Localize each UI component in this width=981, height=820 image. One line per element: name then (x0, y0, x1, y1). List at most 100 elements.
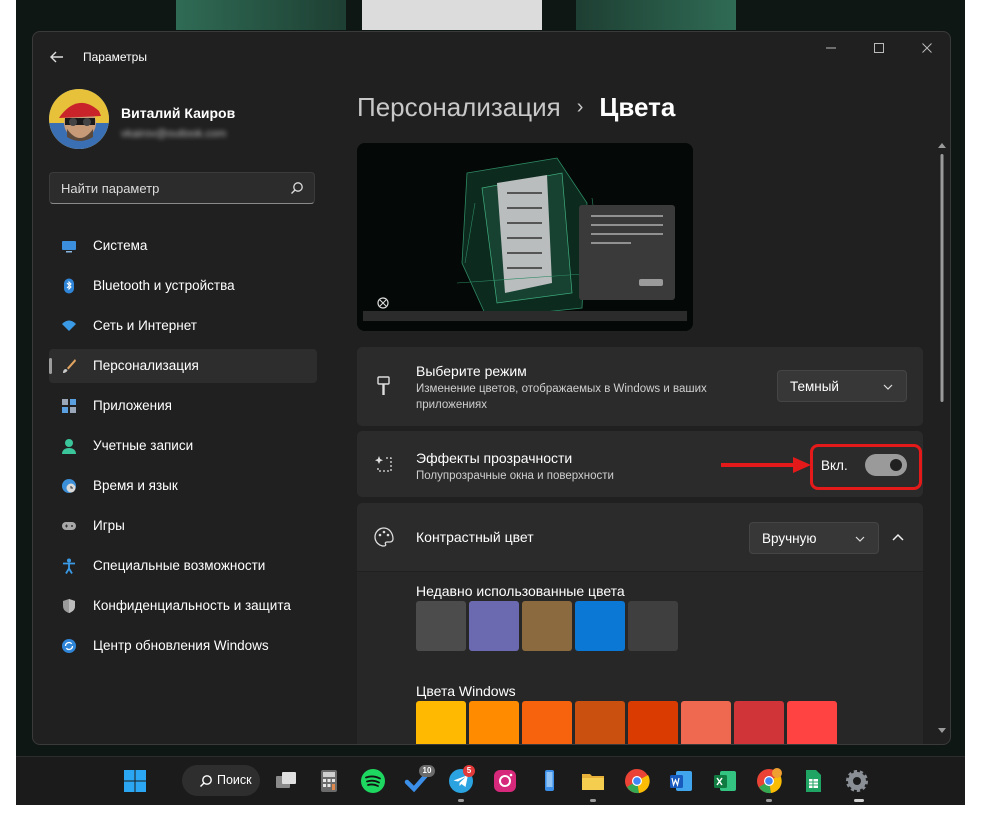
color-swatch[interactable] (575, 601, 625, 651)
user-email: vkairov@outlook.com (121, 128, 227, 140)
todo-badge: 10 (419, 765, 435, 777)
color-swatch[interactable] (522, 601, 572, 651)
mode-title: Выберите режим (416, 363, 527, 379)
annotation-arrow (721, 457, 811, 473)
chrome-icon[interactable] (623, 767, 651, 795)
sidebar-item-privacy[interactable]: Конфиденциальность и защита (49, 589, 317, 623)
user-name: Виталий Каиров (121, 105, 236, 121)
breadcrumb-parent[interactable]: Персонализация (357, 92, 561, 122)
sidebar-item-system[interactable]: Система (49, 229, 317, 263)
paintbrush-icon (63, 359, 76, 373)
color-swatch[interactable] (416, 701, 466, 744)
sidebar-item-label: Сеть и Интернет (93, 318, 197, 333)
excel-icon[interactable] (711, 767, 739, 795)
sidebar-item-bluetooth[interactable]: Bluetooth и устройства (49, 269, 317, 303)
sidebar-item-gaming[interactable]: Игры (49, 509, 317, 543)
accent-dropdown[interactable]: Вручную (749, 522, 879, 554)
color-swatch[interactable] (469, 601, 519, 651)
close-button[interactable] (915, 40, 939, 60)
settings-gear-icon[interactable] (843, 767, 871, 795)
search-placeholder: Найти параметр (61, 181, 160, 196)
recent-colors-label: Недавно использованные цвета (416, 583, 625, 599)
sidebar-item-label: Конфиденциальность и защита (93, 598, 291, 613)
telegram-badge: 5 (463, 765, 475, 777)
avatar[interactable] (49, 89, 109, 149)
globe-clock-icon (62, 479, 76, 493)
chevron-down-icon (855, 536, 865, 542)
settings-search-input[interactable]: Найти параметр (49, 172, 315, 204)
mode-description: Изменение цветов, отображаемых в Windows… (416, 383, 707, 395)
person-icon (62, 439, 76, 454)
wallpaper-fragment (576, 0, 736, 30)
color-swatch[interactable] (469, 701, 519, 744)
phone-link-icon[interactable] (535, 767, 563, 795)
color-swatch[interactable] (575, 701, 625, 744)
mode-setting-card: Выберите режим Изменение цветов, отображ… (357, 347, 923, 426)
sidebar-item-accounts[interactable]: Учетные записи (49, 429, 317, 463)
color-swatch[interactable] (787, 701, 837, 744)
file-explorer-icon[interactable] (579, 767, 607, 795)
mode-dropdown[interactable]: Темный (777, 370, 907, 402)
sidebar-item-network[interactable]: Сеть и Интернет (49, 309, 317, 343)
color-swatch[interactable] (628, 601, 678, 651)
transparency-toggle-label: Вкл. (821, 458, 848, 473)
sidebar-item-label: Игры (93, 518, 125, 533)
paint-roller-icon (377, 376, 390, 395)
search-icon (200, 775, 212, 787)
scrollbar[interactable] (936, 136, 948, 740)
transparency-title: Эффекты прозрачности (416, 450, 573, 466)
accessibility-icon (63, 558, 75, 574)
page-title: Цвета (599, 92, 676, 122)
instagram-icon[interactable] (491, 767, 519, 795)
gamepad-icon (62, 522, 76, 530)
mode-description-line2: приложениях (416, 399, 487, 411)
running-indicator (766, 799, 772, 802)
back-arrow-icon[interactable] (47, 47, 67, 67)
wifi-icon (62, 320, 76, 331)
transparency-toggle[interactable] (865, 454, 907, 476)
word-icon[interactable] (667, 767, 695, 795)
task-view-icon[interactable] (272, 767, 300, 795)
theme-preview (357, 143, 693, 331)
breadcrumb: Персонализация › Цвета (357, 92, 675, 123)
minimize-button[interactable] (819, 40, 843, 60)
taskbar-search-label: Поиск (217, 773, 252, 787)
sidebar-item-apps[interactable]: Приложения (49, 389, 317, 423)
wallpaper-fragment (176, 0, 346, 30)
running-indicator (590, 799, 596, 802)
transparency-description: Полупрозрачные окна и поверхности (416, 470, 614, 482)
chevron-down-icon (883, 384, 893, 390)
chevron-up-icon[interactable] (891, 531, 905, 545)
apps-icon (62, 399, 76, 413)
sidebar-item-personalization[interactable]: Персонализация (49, 349, 317, 383)
calculator-icon[interactable] (315, 767, 343, 795)
google-sheets-icon[interactable] (799, 767, 827, 795)
accent-color-expanded: Недавно использованные цвета Цвета Windo… (357, 572, 923, 744)
sidebar-item-label: Специальные возможности (93, 558, 266, 573)
accent-title: Контрастный цвет (416, 529, 534, 545)
color-swatch[interactable] (734, 701, 784, 744)
sidebar-item-label: Время и язык (93, 478, 178, 493)
minimize-icon (826, 47, 836, 49)
monitor-icon (62, 241, 76, 253)
color-swatch[interactable] (522, 701, 572, 744)
bluetooth-icon (64, 278, 74, 294)
mode-dropdown-value: Темный (790, 379, 839, 394)
windows-colors-label: Цвета Windows (416, 683, 516, 699)
color-swatch[interactable] (681, 701, 731, 744)
update-icon (62, 639, 76, 653)
color-swatch[interactable] (628, 701, 678, 744)
maximize-button[interactable] (867, 40, 891, 60)
sidebar-item-windows-update[interactable]: Центр обновления Windows (49, 629, 317, 663)
start-windows-icon[interactable] (121, 767, 149, 795)
sidebar-item-label: Система (93, 238, 148, 253)
avatar-picture (49, 89, 109, 149)
transparency-sparkle-icon (375, 456, 392, 472)
sidebar-item-label: Центр обновления Windows (93, 638, 269, 653)
sidebar-item-time-language[interactable]: Время и язык (49, 469, 317, 503)
chrome-profile-icon[interactable] (755, 767, 783, 795)
taskbar-search-button[interactable]: Поиск (182, 765, 260, 796)
spotify-icon[interactable] (359, 767, 387, 795)
sidebar-item-accessibility[interactable]: Специальные возможности (49, 549, 317, 583)
color-swatch[interactable] (416, 601, 466, 651)
